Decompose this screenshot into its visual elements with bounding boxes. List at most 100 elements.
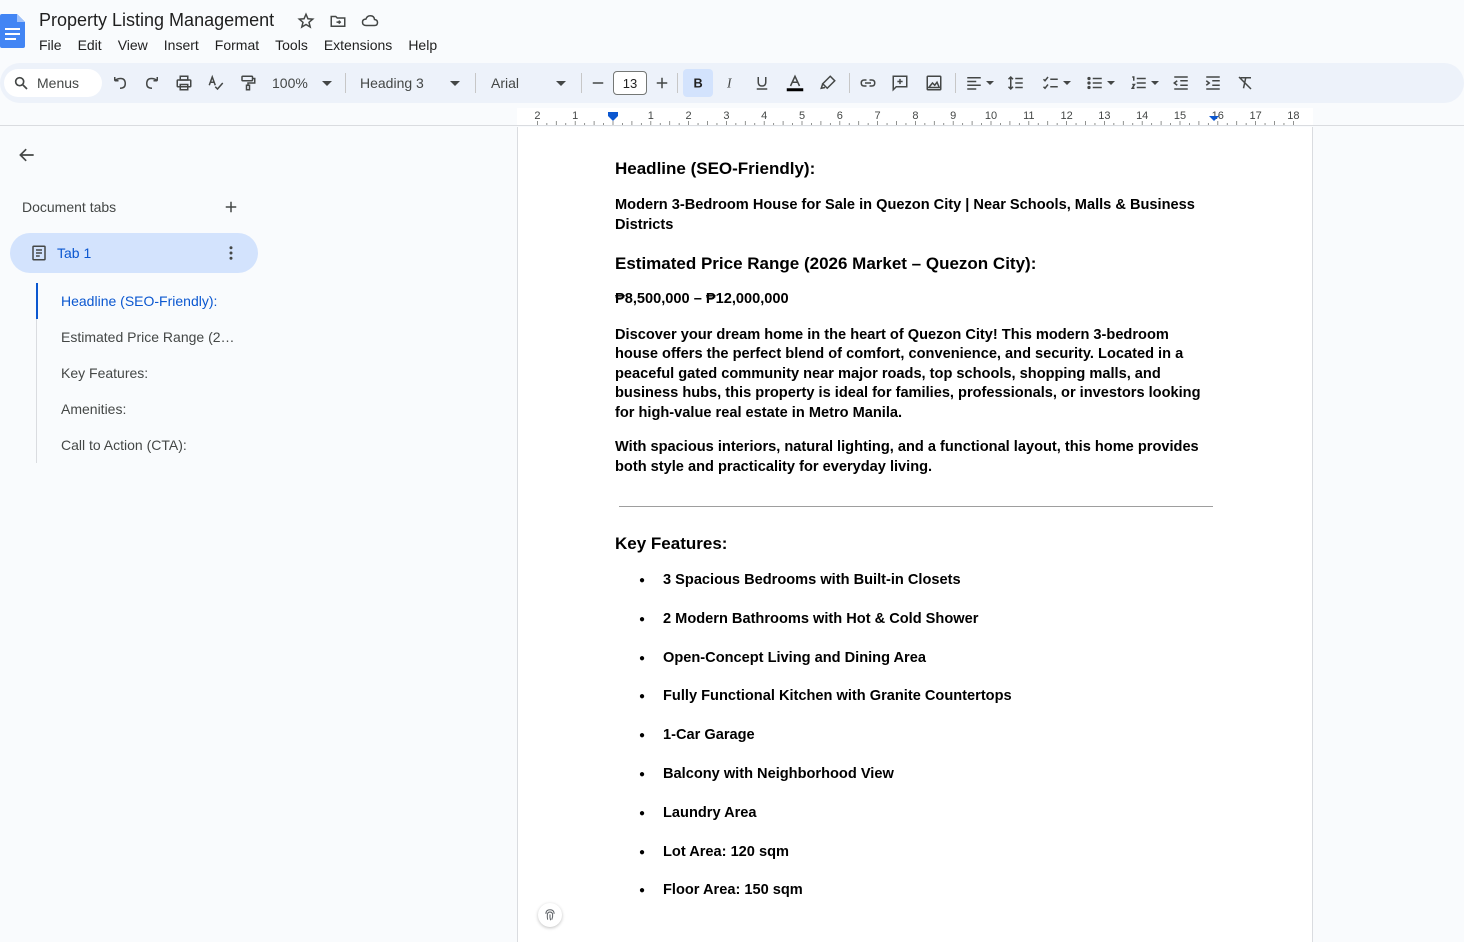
ruler-label: 7 — [875, 110, 881, 122]
search-menus-label: Menus — [37, 75, 80, 91]
bulleted-list-dropdown[interactable] — [1082, 71, 1118, 95]
outline-item-call-to-action[interactable]: Call to Action (CTA): — [36, 427, 246, 463]
clear-formatting-button[interactable] — [1234, 71, 1256, 95]
ruler-label: 9 — [950, 110, 956, 122]
font-size-input[interactable]: 13 — [613, 71, 647, 95]
text-color-button[interactable] — [783, 71, 807, 95]
bold-button[interactable]: B — [683, 69, 713, 97]
list-item: 1-Car Garage — [615, 726, 1215, 765]
menu-edit[interactable]: Edit — [70, 35, 110, 55]
chevron-down-icon — [321, 80, 332, 86]
align-left-icon — [966, 77, 981, 90]
svg-text:I: I — [726, 76, 733, 91]
menu-insert[interactable]: Insert — [156, 35, 207, 55]
back-arrow-icon[interactable] — [17, 145, 37, 165]
chevron-down-icon — [1062, 81, 1071, 85]
style-dropdown[interactable]: Heading 3 — [360, 71, 460, 95]
headline-text: Modern 3-Bedroom House for Sale in Quezo… — [615, 197, 1195, 233]
chevron-down-icon — [1150, 81, 1159, 85]
highlight-color-button[interactable] — [817, 71, 839, 95]
ruler-label: 13 — [1098, 110, 1110, 122]
undo-button[interactable] — [109, 71, 131, 95]
font-dropdown[interactable]: Arial — [491, 71, 566, 95]
checklist-dropdown[interactable] — [1038, 71, 1074, 95]
document-page[interactable]: Headline (SEO-Friendly): Modern 3-Bedroo… — [517, 127, 1313, 942]
add-comment-button[interactable] — [889, 71, 911, 95]
toolbar-divider — [475, 73, 476, 93]
tab-label: Tab 1 — [57, 245, 92, 261]
cloud-saved-icon[interactable] — [361, 12, 379, 30]
align-dropdown[interactable] — [962, 71, 996, 95]
chevron-down-icon — [556, 80, 566, 86]
docs-logo-icon[interactable] — [0, 14, 25, 48]
menu-help[interactable]: Help — [400, 35, 445, 55]
zoom-dropdown[interactable]: 100% — [272, 71, 332, 95]
add-tab-icon[interactable] — [222, 198, 240, 216]
search-icon — [14, 76, 28, 90]
numbered-list-icon — [1130, 76, 1146, 89]
outline-item-amenities[interactable]: Amenities: — [36, 391, 246, 427]
more-options-icon[interactable] — [222, 244, 240, 262]
redo-button[interactable] — [141, 71, 163, 95]
ruler-label: 15 — [1174, 110, 1186, 122]
zoom-value: 100% — [272, 75, 308, 91]
toolbar-divider — [345, 73, 346, 93]
bulleted-list-icon — [1086, 76, 1102, 90]
list-item: Open-Concept Living and Dining Area — [615, 649, 1215, 688]
redo-icon — [145, 77, 158, 89]
title-bar: Property Listing Management File Edit Vi… — [0, 0, 1464, 62]
svg-text:B: B — [694, 76, 703, 91]
add-comment-icon — [892, 75, 908, 92]
paint-format-button[interactable] — [237, 71, 259, 95]
print-button[interactable] — [173, 71, 195, 95]
underline-button[interactable] — [751, 71, 773, 95]
ruler-label: 11 — [1023, 110, 1034, 122]
line-spacing-button[interactable] — [1005, 71, 1027, 95]
decrease-font-size-button[interactable] — [588, 71, 608, 95]
insert-image-button[interactable] — [923, 71, 945, 95]
star-icon[interactable] — [297, 12, 315, 30]
document-tab-icon — [32, 245, 46, 261]
checklist-icon — [1042, 76, 1058, 90]
insert-link-button[interactable] — [857, 71, 879, 95]
ruler-label: 18 — [1287, 110, 1299, 122]
text-color-icon — [786, 74, 804, 92]
outline-item-headline[interactable]: Headline (SEO-Friendly): — [36, 283, 246, 319]
toolbar: Menus 100% Heading 3 Arial 13 B I — [0, 63, 1464, 103]
decrease-indent-button[interactable] — [1170, 71, 1192, 95]
ruler-label: 14 — [1136, 110, 1148, 122]
menu-file[interactable]: File — [31, 35, 70, 55]
list-item: 3 Spacious Bedrooms with Built-in Closet… — [615, 571, 1215, 610]
font-value: Arial — [491, 75, 520, 91]
italic-button[interactable]: I — [719, 71, 741, 95]
list-item: 2 Modern Bathrooms with Hot & Cold Showe… — [615, 610, 1215, 649]
menu-view[interactable]: View — [110, 35, 156, 55]
toolbar-divider — [581, 73, 582, 93]
increase-indent-icon — [1205, 76, 1220, 90]
heading-headline: Headline (SEO-Friendly): — [615, 159, 816, 178]
document-body[interactable]: Headline (SEO-Friendly): Modern 3-Bedroo… — [615, 158, 1215, 920]
numbered-list-dropdown[interactable] — [1126, 71, 1162, 95]
fingerprint-icon[interactable] — [538, 903, 562, 927]
spellcheck-button[interactable] — [205, 71, 227, 95]
ruler-label: 6 — [837, 110, 843, 122]
tab-item-tab-1[interactable]: Tab 1 — [10, 233, 258, 273]
paint-format-icon — [241, 75, 256, 91]
menu-format[interactable]: Format — [207, 35, 267, 55]
menu-extensions[interactable]: Extensions — [316, 35, 400, 55]
document-title[interactable]: Property Listing Management — [39, 10, 274, 31]
link-icon — [860, 79, 876, 87]
list-item: Laundry Area — [615, 804, 1215, 843]
move-folder-icon[interactable] — [329, 12, 347, 30]
increase-font-size-button[interactable] — [652, 71, 672, 95]
increase-indent-button[interactable] — [1202, 71, 1224, 95]
outline-item-price-range[interactable]: Estimated Price Range (2… — [36, 319, 246, 355]
ruler-label: 17 — [1249, 110, 1261, 122]
list-item: Balcony with Neighborhood View — [615, 765, 1215, 804]
outline-item-key-features[interactable]: Key Features: — [36, 355, 246, 391]
clear-formatting-icon — [1238, 76, 1252, 90]
horizontal-ruler[interactable]: 2 1 1 2 3 4 5 6 7 8 9 10 11 12 13 14 15 16 17 18 — [517, 108, 1313, 126]
menu-tools[interactable]: Tools — [267, 35, 316, 55]
search-menus-button[interactable]: Menus — [4, 69, 102, 97]
spellcheck-icon — [208, 74, 224, 91]
